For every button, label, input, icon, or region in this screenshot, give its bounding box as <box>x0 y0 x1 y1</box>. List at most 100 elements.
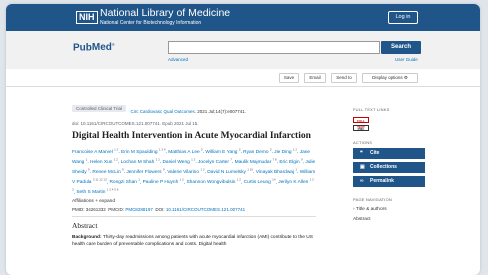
author-affiliation-numbers: 1 2 <box>179 177 184 182</box>
author-affiliation-numbers: 2 <box>238 147 241 151</box>
author-name: David N Lumelsky <box>207 169 246 175</box>
chevron-right-icon: › <box>353 207 355 212</box>
author-affiliation-numbers: 9 <box>300 157 303 162</box>
author-affiliation-numbers: 9 <box>162 167 165 172</box>
send-to-button[interactable]: Send to <box>331 73 357 83</box>
permalink-button[interactable]: ∞ Permalink <box>353 176 425 187</box>
author-name: Maulik Majmudar <box>234 159 272 165</box>
advanced-search-link[interactable]: Advanced <box>168 57 188 62</box>
author-name: William E Yang <box>205 149 238 155</box>
author-name: Ryan Demo <box>243 149 269 155</box>
author-link[interactable]: Renee McLin 9 <box>92 167 124 175</box>
nlm-title[interactable]: National Library of Medicine <box>100 8 230 19</box>
author-affiliation-numbers: 1 2 <box>200 167 205 172</box>
author-link[interactable]: Ryan Demo 5 <box>243 147 272 155</box>
author-link[interactable]: Maulik Majmudar 7 8 <box>234 157 277 165</box>
login-button[interactable]: Log in <box>388 11 418 24</box>
author-link[interactable]: Valerie Vilarino 1 2 <box>167 167 205 175</box>
author-link[interactable]: William E Yang 2 <box>205 147 241 155</box>
author-name: Eric Elgin <box>279 159 300 165</box>
author-link[interactable]: Vinayak Bhardwaj 1 <box>256 167 298 175</box>
author-name: Matthias A Lee <box>168 149 200 155</box>
doi-label: DOI: <box>155 206 166 212</box>
author-link[interactable]: Seth S Martin 1 2 4 5 6 <box>76 188 118 196</box>
nav-abstract-label: Abstract <box>353 217 371 222</box>
full-text-link-pmc[interactable]: PMC <box>353 125 369 131</box>
search-input[interactable] <box>168 41 380 54</box>
collections-label: Collections <box>370 164 397 170</box>
search-band: PubMed® Search Advanced User Guide <box>6 31 480 69</box>
abstract-body: Thirty-day readmissions among patients w… <box>72 234 313 247</box>
page-navigation-heading: PAGE NAVIGATION <box>353 197 393 202</box>
author-link[interactable]: Jocelyn Carter 7 <box>198 157 232 165</box>
search-button[interactable]: Search <box>381 41 421 54</box>
author-link[interactable]: David N Lumelsky 1 10 <box>207 167 253 175</box>
collections-button[interactable]: ▣ Collections <box>353 162 425 173</box>
author-affiliation-numbers: 5 <box>201 147 203 151</box>
full-text-heading: FULL TEXT LINKS <box>353 107 390 112</box>
author-link[interactable]: Francoise A Marvel 1 2 <box>72 147 119 155</box>
pmid: PMID: 34261332 <box>72 206 106 212</box>
author-link[interactable]: Matthias A Lee 5 <box>168 147 203 155</box>
author-link[interactable]: Jennifer Flowers 9 <box>126 167 165 175</box>
pmcid-label: PMCID: <box>108 206 126 212</box>
abstract-text: Background: Thirty-day readmissions amon… <box>72 234 316 248</box>
toolbar: Save Email Send to Display options ⚙ <box>6 69 480 87</box>
author-affiliation-numbers: 5 <box>269 147 272 151</box>
pubmed-logo[interactable]: PubMed® <box>73 42 115 53</box>
author-affiliation-numbers: 1 2 <box>236 177 241 182</box>
author-affiliation-numbers: 1 3 4 <box>158 147 166 151</box>
article-type-badge: Controlled Clinical Trial <box>72 105 127 113</box>
author-name: Jerilyn K Allen <box>278 180 309 186</box>
author-link[interactable]: Shannon Wongvibulsin 1 2 <box>186 177 241 186</box>
author-affiliation-numbers: 1 2 <box>155 157 160 162</box>
author-link[interactable]: Erin M Spaulding 1 3 4 <box>120 147 166 155</box>
nav-title-authors-label: Title & authors <box>355 207 387 212</box>
author-affiliation-numbers: 7 <box>230 157 232 162</box>
logo-med: Med <box>91 42 112 54</box>
author-affiliation-numbers: 9 <box>88 167 90 172</box>
nih-header: NIH National Library of Medicine Nationa… <box>6 4 480 31</box>
collections-icon: ▣ <box>360 164 365 170</box>
email-button[interactable]: Email <box>304 73 326 83</box>
affiliations-expand[interactable]: + expand <box>95 199 115 204</box>
nih-logo[interactable]: NIH <box>76 11 98 24</box>
abstract-lead: Background: <box>72 234 102 240</box>
author-name: Valerie Vilarino <box>167 169 200 175</box>
author-affiliation-numbers: 1 2 <box>114 147 119 151</box>
ncbi-subtitle: National Center for Biotechnology Inform… <box>100 20 202 26</box>
nav-abstract[interactable]: Abstract <box>353 217 425 222</box>
author-link[interactable]: Helen Xun 1 2 <box>90 157 118 165</box>
logo-registered: ® <box>111 42 115 47</box>
doi-link[interactable]: 10.1161/CIRCOUTCOMES.121.007741 <box>166 207 245 212</box>
author-list: Francoise A Marvel 1 2, Erin M Spaulding… <box>72 147 316 196</box>
nav-title-authors[interactable]: › Title & authors <box>353 207 425 212</box>
journal-link[interactable]: Circ Cardiovasc Qual Outcomes <box>130 109 194 114</box>
cite-button[interactable]: ❝ Cite <box>353 148 425 159</box>
save-button[interactable]: Save <box>279 73 299 83</box>
user-guide-link[interactable]: User Guide <box>395 57 418 62</box>
browser-frame: NIH National Library of Medicine Nationa… <box>6 4 480 275</box>
author-name: Shannon Wongvibulsin <box>186 180 236 186</box>
author-link[interactable]: Jie Ding 1 2 <box>274 147 297 155</box>
logo-pub: Pub <box>73 42 92 54</box>
author-link[interactable]: Pauline P Huynh 1 2 <box>142 177 184 186</box>
author-name: Jennifer Flowers <box>126 169 162 175</box>
author-link[interactable]: Daniel Weng 1 2 <box>162 157 195 165</box>
display-options-button[interactable]: Display options ⚙ <box>362 73 418 83</box>
author-name: Lochan M Shah <box>120 159 155 165</box>
author-name: Erin M Spaulding <box>120 149 158 155</box>
author-name: Jocelyn Carter <box>198 159 229 165</box>
author-affiliation-numbers: 1 <box>295 167 298 172</box>
display-options-label: Display options <box>372 75 403 80</box>
article-main: Controlled Clinical Trial Circ Cardiovas… <box>72 100 316 248</box>
full-text-link-ahajournals[interactable]: FULL TEXT <box>353 117 369 129</box>
author-name: Francoise A Marvel <box>72 149 113 155</box>
pmcid-link[interactable]: PMC8288197 <box>125 207 153 212</box>
author-affiliation-numbers: 9 <box>121 167 124 172</box>
author-link[interactable]: Rongzi Shan 1 <box>109 178 139 186</box>
author-link[interactable]: Curtis Leung 14 <box>244 178 276 186</box>
author-name: Pauline P Huynh <box>142 180 179 186</box>
author-link[interactable]: Lochan M Shah 1 2 <box>120 157 160 165</box>
author-link[interactable]: Eric Elgin 9 <box>279 157 303 165</box>
